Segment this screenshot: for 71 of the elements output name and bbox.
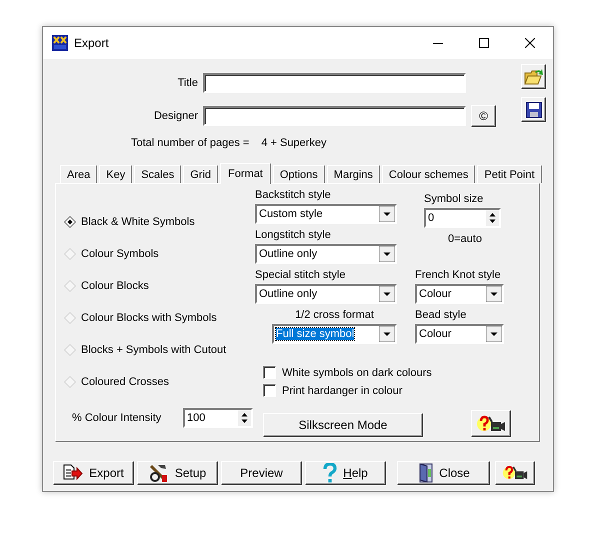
tools-icon [148,463,169,483]
window-title: Export [74,36,109,50]
maximize-icon[interactable] [479,38,489,48]
spin-arrows-icon[interactable] [486,210,499,226]
intensity-label: % Colour Intensity [72,412,162,424]
field-label: Title [176,77,199,89]
symbol-size-note: 0=auto [447,233,483,245]
dropdown[interactable]: Colour [415,284,504,304]
dropdown-label: Bead style [415,308,468,323]
folder-icon [524,68,544,86]
radio-label: Black & White Symbols [81,216,195,228]
dropdown-arrow-icon[interactable] [379,206,395,222]
radio-label: Colour Symbols [81,248,159,260]
text-field[interactable] [203,106,466,126]
checkbox[interactable] [263,366,276,379]
dropdown-arrow-icon[interactable] [486,326,502,342]
save-button[interactable] [521,97,546,122]
silkscreen-button[interactable]: Silkscreen Mode [263,413,423,437]
dialog-button[interactable]: Setup [137,461,218,485]
document-arrow-icon [63,464,84,482]
dropdown-label: 1/2 cross format [294,308,375,323]
radio-button[interactable] [64,216,76,228]
question-mark-icon [323,463,338,483]
dropdown-label: Longstitch style [255,228,332,243]
door-icon [417,463,434,483]
tab[interactable]: Area [60,165,98,183]
video-help-button[interactable] [495,461,535,485]
tab[interactable]: Scales [134,165,182,183]
radio-label: Blocks + Symbols with Cutout [81,344,226,356]
open-button[interactable] [521,64,546,89]
dialog-button[interactable]: Export [53,461,134,485]
dropdown-arrow-icon[interactable] [379,286,395,302]
dropdown-label: Backstitch style [255,188,332,203]
radio-label: Colour Blocks [81,280,149,292]
dropdown-arrow-icon[interactable] [379,246,395,262]
tab[interactable]: Colour schemes [382,165,476,183]
total-pages-value: 4 + Superkey [261,137,326,149]
spin-arrows-icon[interactable] [238,410,251,426]
dropdown[interactable]: Outline only [255,244,397,264]
tab[interactable]: Format [220,163,271,184]
checkbox-label: Print hardanger in colour [282,384,402,396]
copyright-button[interactable]: © [471,105,496,127]
dialog-button[interactable]: Preview [221,461,302,485]
dropdown-label: French Knot style [415,268,502,283]
tab[interactable]: Petit Point [477,165,542,183]
total-pages-label: Total number of pages = [131,137,250,149]
intensity-spinner[interactable]: 100 [183,408,253,428]
dialog-button[interactable]: Close [397,461,490,485]
tab[interactable]: Grid [183,165,218,183]
radio-label: Coloured Crosses [81,376,170,388]
app-icon [52,35,68,51]
field-label: Designer [152,110,199,122]
dropdown-arrow-icon[interactable] [379,326,395,342]
checkbox[interactable] [263,384,276,397]
tab[interactable]: Options [272,165,325,183]
text-field[interactable] [203,73,466,93]
symbol-size-label: Symbol size [424,192,484,207]
dropdown-arrow-icon[interactable] [486,286,502,302]
dialog-button[interactable]: Help [305,461,386,485]
dropdown[interactable]: Outline only [255,284,397,304]
checkbox-label: White symbols on dark colours [282,366,432,378]
radio-label: Colour Blocks with Symbols [81,312,217,324]
tab[interactable]: Margins [326,165,380,183]
symbol-size-spinner[interactable]: 0 [424,208,501,228]
tab[interactable]: Key [99,165,132,183]
dropdown[interactable]: Custom style [255,204,397,224]
close-icon[interactable] [525,38,535,48]
video-help-button[interactable] [471,410,511,437]
dropdown-label: Special stitch style [255,268,346,283]
dropdown[interactable]: Colour [415,324,504,344]
dropdown[interactable]: Full size symbol [272,324,397,344]
